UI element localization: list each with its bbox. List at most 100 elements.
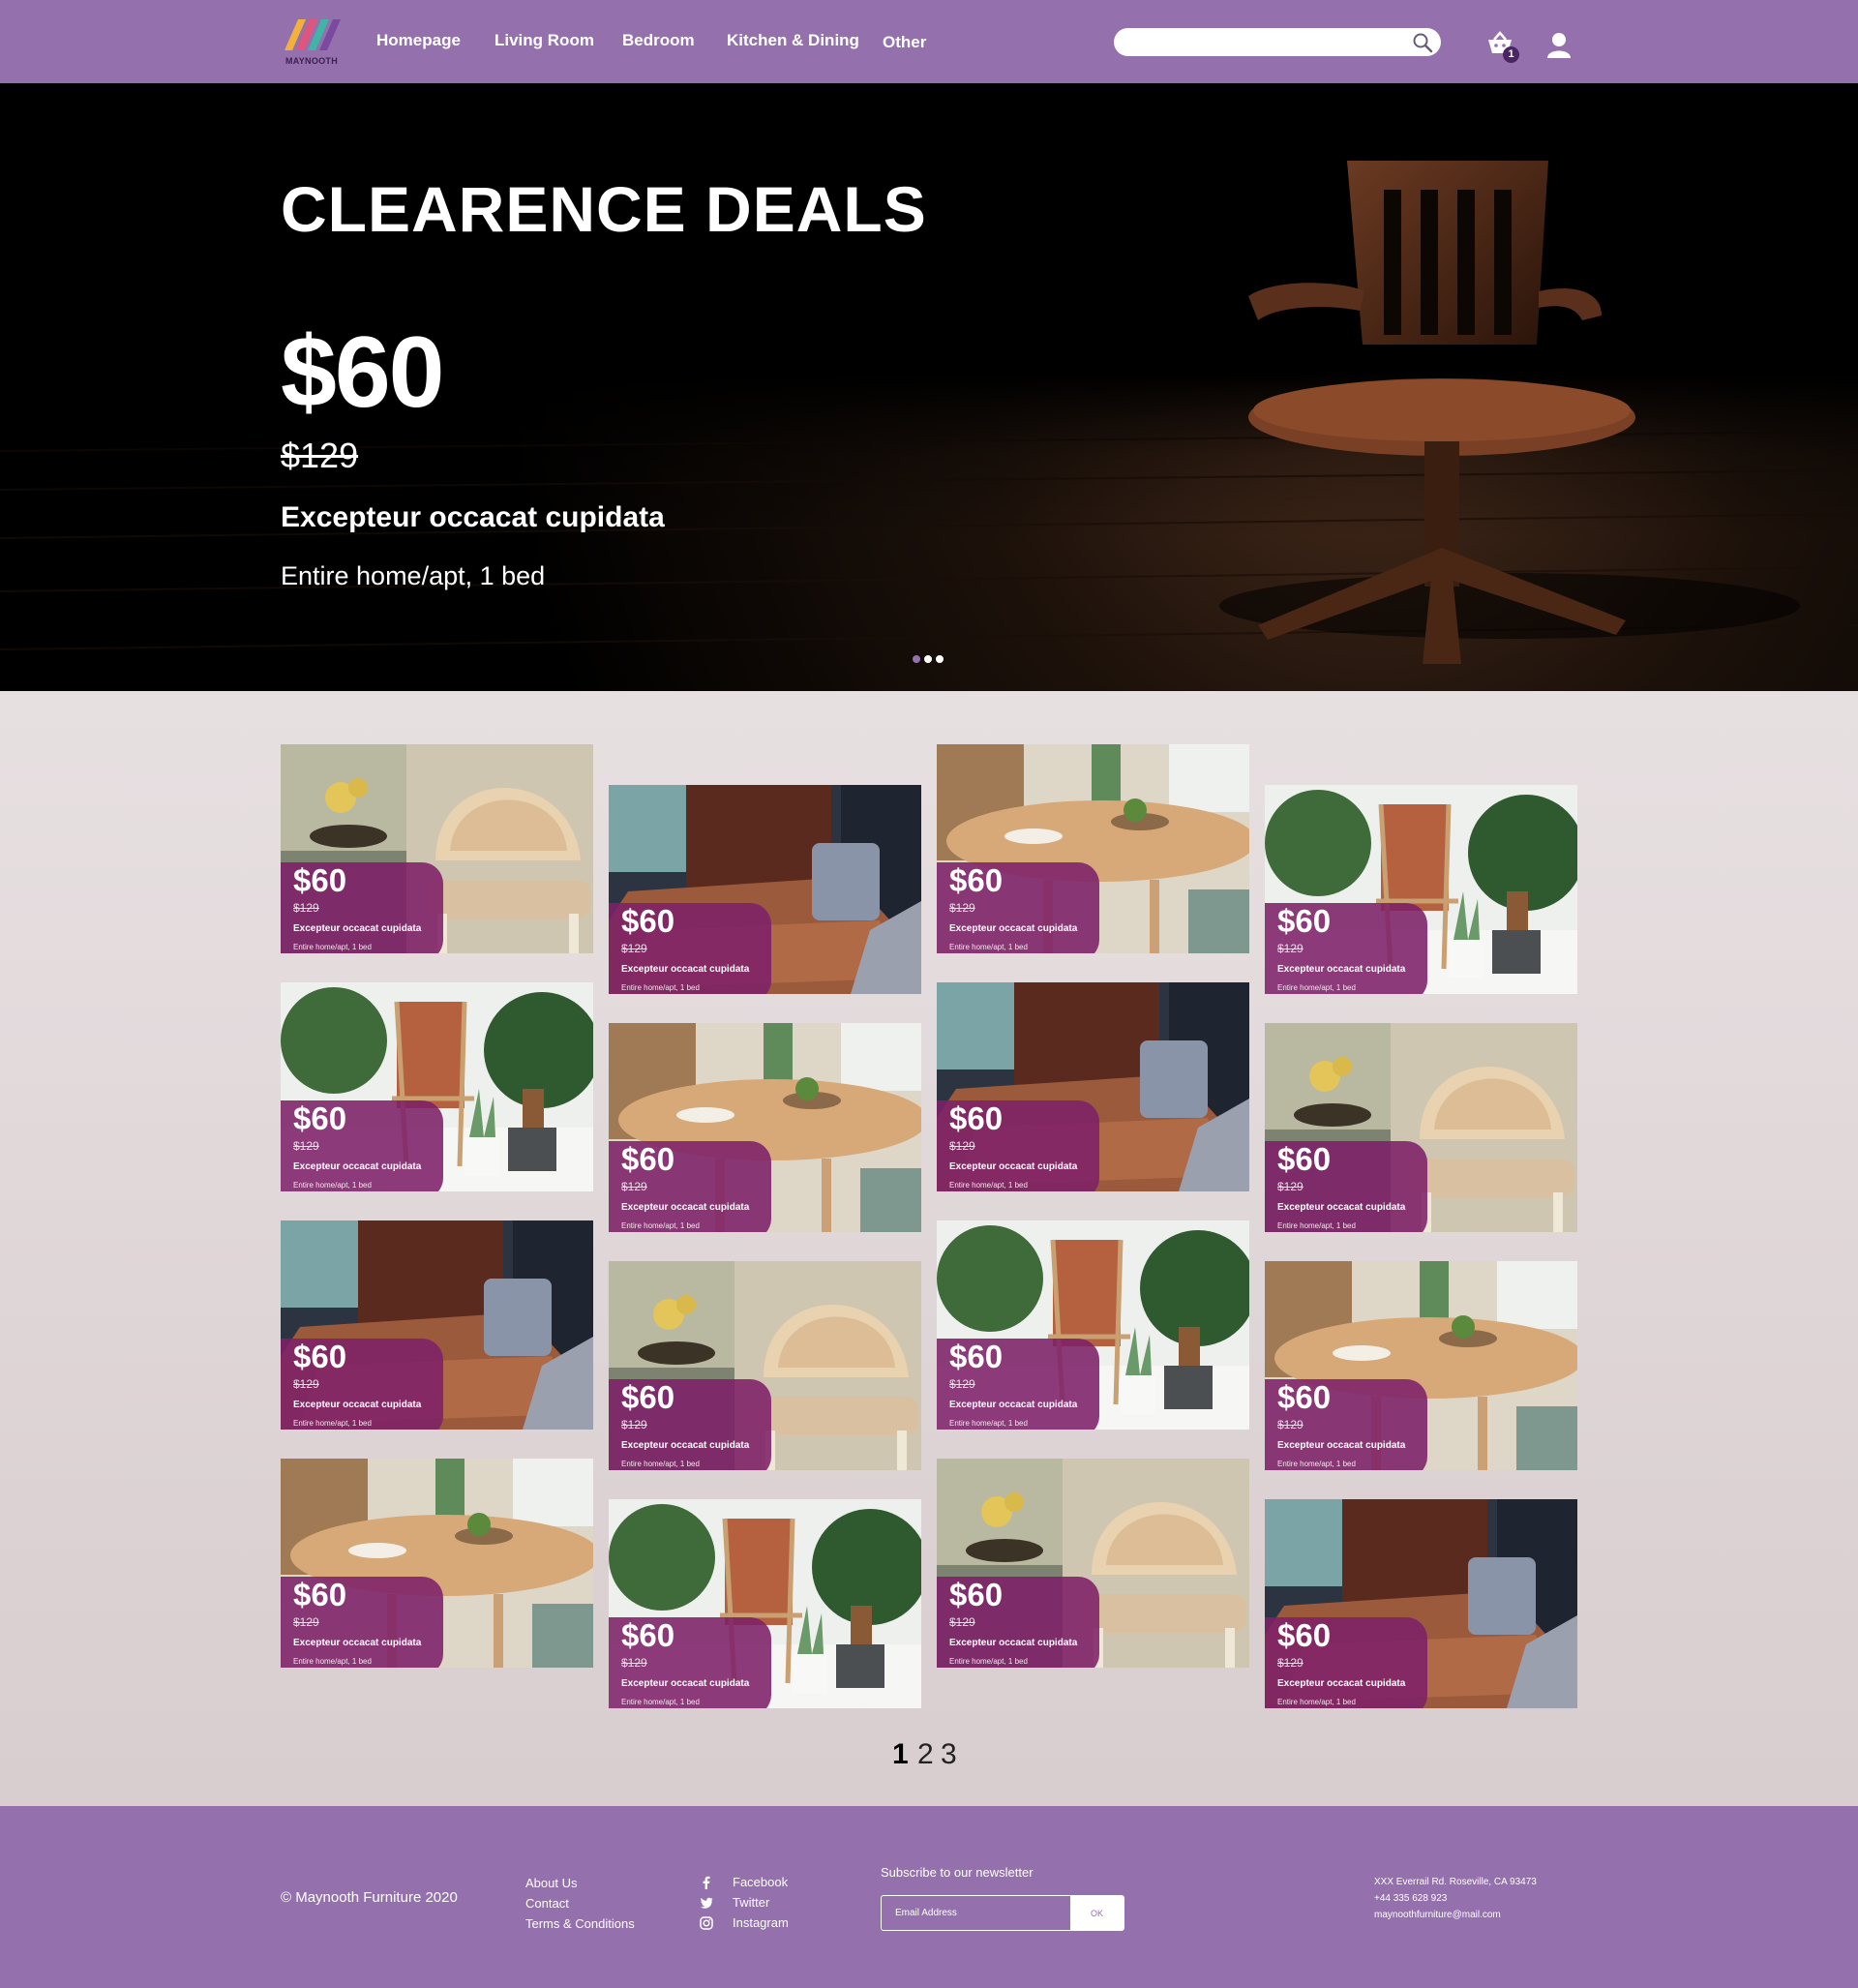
product-old-price: $129 — [621, 942, 647, 955]
product-name: Excepteur occacat cupidata — [949, 1161, 1078, 1172]
page-3-link[interactable]: 3 — [941, 1738, 957, 1771]
carousel-dot-2[interactable] — [924, 655, 932, 663]
product-old-price: $129 — [1277, 1656, 1304, 1670]
product-old-price: $129 — [949, 1615, 975, 1629]
product-card[interactable]: $60 $129 Excepteur occacat cupidata Enti… — [609, 785, 921, 994]
twitter-icon[interactable] — [700, 1896, 713, 1910]
product-card[interactable]: $60 $129 Excepteur occacat cupidata Enti… — [937, 744, 1249, 953]
page-1-link[interactable]: 1 — [892, 1738, 909, 1771]
product-card[interactable]: $60 $129 Excepteur occacat cupidata Enti… — [1265, 785, 1577, 994]
hero-price: $60 — [281, 316, 445, 429]
product-card[interactable]: $60 $129 Excepteur occacat cupidata Enti… — [281, 982, 593, 1191]
facebook-icon[interactable] — [700, 1876, 713, 1889]
product-price: $60 — [1277, 1141, 1332, 1177]
product-price: $60 — [1277, 1379, 1332, 1415]
brand-name: MAYNOOTH — [285, 56, 339, 66]
price-tag: $60 $129 Excepteur occacat cupidata Enti… — [609, 1141, 771, 1232]
nav-living-room[interactable]: Living Room — [494, 31, 594, 50]
newsletter-email-input[interactable] — [882, 1896, 1075, 1930]
product-price: $60 — [949, 1339, 1004, 1374]
social-twitter[interactable]: Twitter — [733, 1895, 769, 1910]
copyright: © Maynooth Furniture 2020 — [281, 1889, 458, 1906]
search-icon[interactable] — [1412, 32, 1433, 53]
product-price: $60 — [621, 1617, 675, 1653]
product-old-price: $129 — [621, 1418, 647, 1431]
price-tag: $60 $129 Excepteur occacat cupidata Enti… — [1265, 903, 1427, 994]
price-tag: $60 $129 Excepteur occacat cupidata Enti… — [937, 1339, 1099, 1430]
cart-button[interactable]: 1 — [1485, 30, 1520, 65]
product-name: Excepteur occacat cupidata — [949, 1638, 1078, 1648]
product-card[interactable]: $60 $129 Excepteur occacat cupidata Enti… — [937, 1220, 1249, 1430]
product-card[interactable]: $60 $129 Excepteur occacat cupidata Enti… — [281, 744, 593, 953]
nav-homepage[interactable]: Homepage — [376, 31, 461, 50]
product-card[interactable]: $60 $129 Excepteur occacat cupidata Enti… — [609, 1499, 921, 1708]
instagram-icon[interactable] — [700, 1916, 713, 1930]
product-card[interactable]: $60 $129 Excepteur occacat cupidata Enti… — [1265, 1499, 1577, 1708]
footer-link-terms[interactable]: Terms & Conditions — [525, 1916, 635, 1931]
newsletter-submit-button[interactable]: OK — [1070, 1896, 1124, 1930]
social-instagram[interactable]: Instagram — [733, 1915, 789, 1930]
product-card[interactable]: $60 $129 Excepteur occacat cupidata Enti… — [937, 1459, 1249, 1668]
product-subtitle: Entire home/apt, 1 bed — [1277, 1221, 1356, 1230]
price-tag: $60 $129 Excepteur occacat cupidata Enti… — [281, 1577, 443, 1668]
product-old-price: $129 — [293, 901, 319, 915]
price-tag: $60 $129 Excepteur occacat cupidata Enti… — [937, 1577, 1099, 1668]
cart-count-badge: 1 — [1503, 46, 1519, 63]
price-tag: $60 $129 Excepteur occacat cupidata Enti… — [937, 1100, 1099, 1191]
product-price: $60 — [293, 1100, 347, 1136]
brand-logo[interactable]: MAYNOOTH — [281, 14, 343, 70]
product-price: $60 — [949, 1577, 1004, 1612]
product-card[interactable]: $60 $129 Excepteur occacat cupidata Enti… — [1265, 1023, 1577, 1232]
price-tag: $60 $129 Excepteur occacat cupidata Enti… — [1265, 1617, 1427, 1708]
user-account-icon[interactable] — [1545, 31, 1573, 60]
footer-link-contact[interactable]: Contact — [525, 1896, 569, 1911]
product-name: Excepteur occacat cupidata — [293, 923, 422, 934]
logo-mark-icon — [285, 19, 341, 50]
page-2-link[interactable]: 2 — [917, 1738, 934, 1771]
social-facebook[interactable]: Facebook — [733, 1875, 788, 1889]
nav-kitchen-dining[interactable]: Kitchen & Dining — [727, 31, 859, 50]
product-name: Excepteur occacat cupidata — [621, 1202, 750, 1213]
product-subtitle: Entire home/apt, 1 bed — [949, 943, 1028, 951]
product-name: Excepteur occacat cupidata — [621, 1440, 750, 1451]
newsletter-label: Subscribe to our newsletter — [881, 1865, 1034, 1880]
price-tag: $60 $129 Excepteur occacat cupidata Enti… — [609, 1379, 771, 1470]
product-card[interactable]: $60 $129 Excepteur occacat cupidata Enti… — [609, 1023, 921, 1232]
product-price: $60 — [293, 1577, 347, 1612]
hero-banner: CLEARENCE DEALS $60 $129 Excepteur occac… — [0, 83, 1858, 691]
product-card[interactable]: $60 $129 Excepteur occacat cupidata Enti… — [937, 982, 1249, 1191]
footer: © Maynooth Furniture 2020 About Us Conta… — [0, 1806, 1858, 1988]
product-subtitle: Entire home/apt, 1 bed — [1277, 1460, 1356, 1468]
product-subtitle: Entire home/apt, 1 bed — [293, 1419, 372, 1428]
product-price: $60 — [621, 1379, 675, 1415]
product-subtitle: Entire home/apt, 1 bed — [293, 1181, 372, 1190]
footer-link-about[interactable]: About Us — [525, 1876, 577, 1890]
product-card[interactable]: $60 $129 Excepteur occacat cupidata Enti… — [281, 1220, 593, 1430]
product-subtitle: Entire home/apt, 1 bed — [1277, 983, 1356, 992]
phone-number: +44 335 628 923 — [1374, 1893, 1448, 1904]
product-name: Excepteur occacat cupidata — [1277, 1202, 1406, 1213]
nav-bedroom[interactable]: Bedroom — [622, 31, 695, 50]
price-tag: $60 $129 Excepteur occacat cupidata Enti… — [1265, 1379, 1427, 1470]
hero-chair-image — [0, 83, 1858, 691]
product-price: $60 — [1277, 1617, 1332, 1653]
product-card[interactable]: $60 $129 Excepteur occacat cupidata Enti… — [281, 1459, 593, 1668]
nav-other[interactable]: Other — [883, 33, 926, 52]
carousel-dot-1[interactable] — [913, 655, 920, 663]
search-input[interactable] — [1127, 33, 1402, 53]
product-card[interactable]: $60 $129 Excepteur occacat cupidata Enti… — [609, 1261, 921, 1470]
product-card[interactable]: $60 $129 Excepteur occacat cupidata Enti… — [1265, 1261, 1577, 1470]
product-old-price: $129 — [293, 1139, 319, 1153]
top-nav-bar: MAYNOOTH Homepage Living Room Bedroom Ki… — [0, 0, 1858, 83]
product-old-price: $129 — [293, 1615, 319, 1629]
product-old-price: $129 — [1277, 1418, 1304, 1431]
price-tag: $60 $129 Excepteur occacat cupidata Enti… — [937, 862, 1099, 953]
hero-product-subtitle: Entire home/apt, 1 bed — [281, 561, 546, 590]
product-grid: $60 $129 Excepteur occacat cupidata Enti… — [0, 691, 1858, 1806]
product-old-price: $129 — [949, 1139, 975, 1153]
email-address[interactable]: maynoothfurniture@mail.com — [1374, 1907, 1537, 1923]
product-old-price: $129 — [293, 1377, 319, 1391]
product-subtitle: Entire home/apt, 1 bed — [621, 1221, 700, 1230]
carousel-dot-3[interactable] — [936, 655, 944, 663]
product-name: Excepteur occacat cupidata — [949, 1400, 1078, 1410]
